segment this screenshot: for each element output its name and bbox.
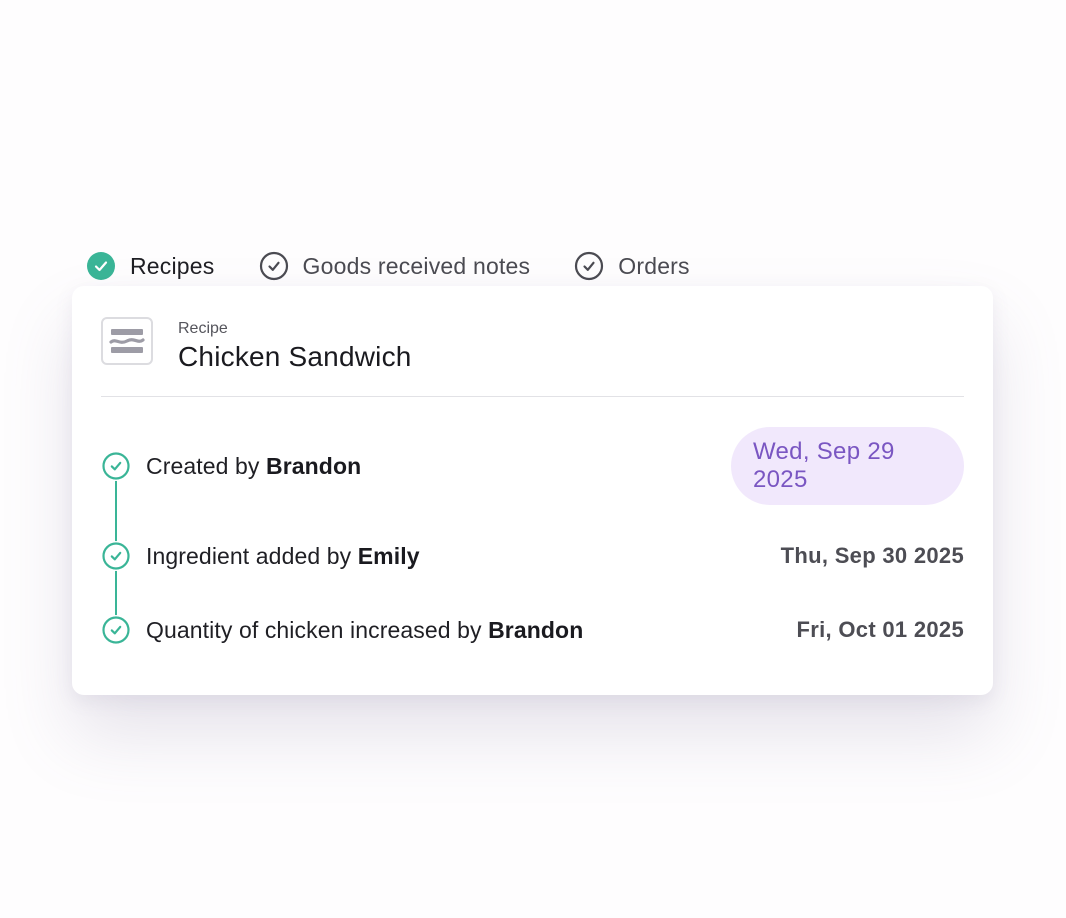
timeline-event: Ingredient added by Emily Thu, Sep 30 20… <box>101 541 964 571</box>
tab-label: Recipes <box>130 252 215 279</box>
tab-bar: Recipes Goods received notes Orders <box>86 250 734 282</box>
event-actor: Brandon <box>266 452 362 479</box>
tab-label: Goods received notes <box>302 252 531 279</box>
activity-timeline: Created by Brandon Wed, Sep 29 2025 Ingr… <box>101 396 964 695</box>
event-actor: Emily <box>357 542 420 569</box>
event-date: Thu, Sep 30 2025 <box>780 543 964 568</box>
event-description: Quantity of chicken increased by Brandon <box>146 617 583 644</box>
card-header: Recipe Chicken Sandwich <box>101 317 964 397</box>
card-type-label: Recipe <box>178 320 228 337</box>
tab-label: Orders <box>618 252 690 279</box>
timeline-event: Quantity of chicken increased by Brandon… <box>101 615 964 645</box>
recipe-title: Chicken Sandwich <box>178 341 412 372</box>
check-circle-outline-icon <box>101 541 131 571</box>
timeline-event: Created by Brandon Wed, Sep 29 2025 <box>101 427 964 505</box>
tab-goods-received-notes[interactable]: Goods received notes <box>259 251 531 281</box>
event-description: Ingredient added by Emily <box>146 543 420 570</box>
event-action-text: Quantity of chicken increased by <box>146 616 489 643</box>
check-circle-outline-icon <box>101 451 131 481</box>
sandwich-icon <box>101 317 153 365</box>
event-date: Fri, Oct 01 2025 <box>796 617 964 642</box>
recipe-activity-card: Recipe Chicken Sandwich Created by Brand… <box>72 286 993 695</box>
check-circle-outline-icon <box>574 251 604 281</box>
event-description: Created by Brandon <box>146 453 361 480</box>
tab-recipes[interactable]: Recipes <box>86 251 215 281</box>
event-action-text: Ingredient added by <box>146 542 358 569</box>
event-actor: Brandon <box>488 616 584 643</box>
check-circle-outline-icon <box>259 251 289 281</box>
tab-orders[interactable]: Orders <box>574 251 690 281</box>
check-circle-filled-icon <box>86 251 116 281</box>
event-date-highlighted: Wed, Sep 29 2025 <box>731 427 964 505</box>
event-action-text: Created by <box>146 452 266 479</box>
check-circle-outline-icon <box>101 615 131 645</box>
